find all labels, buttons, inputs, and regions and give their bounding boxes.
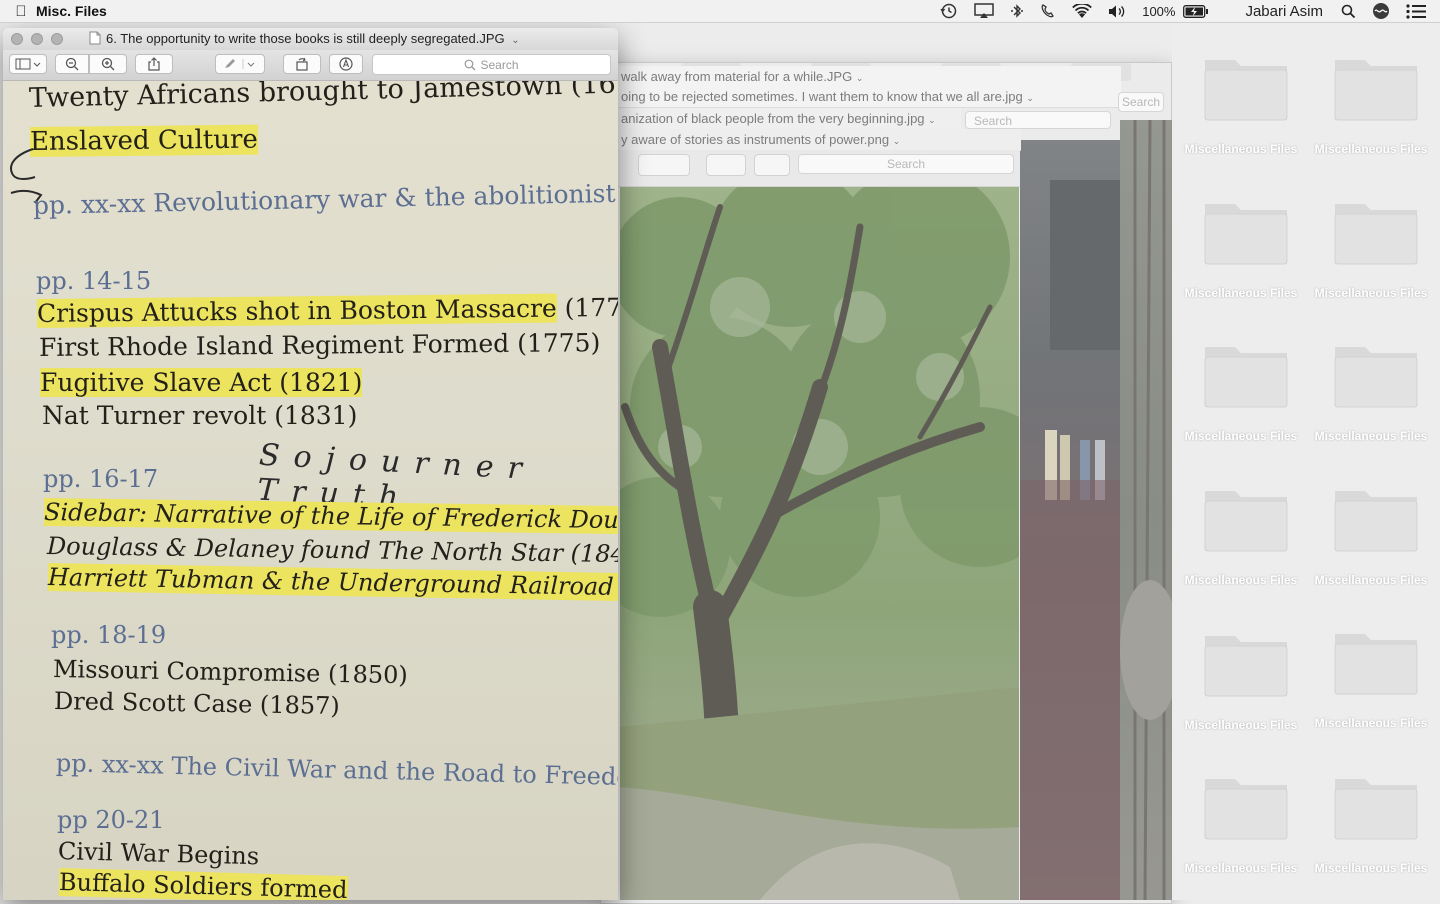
phone-icon[interactable] [1032, 0, 1064, 22]
doc-line: Missouri Compromise (1850) [52, 655, 409, 690]
doc-line: pp. 16-17 [43, 465, 159, 493]
doc-line: Twenty Africans brought to Jamestown (16… [28, 81, 618, 114]
share-icon [148, 57, 160, 71]
doc-line: pp. xx-xx Revolutionary war & the abolit… [32, 178, 618, 220]
annotate-button[interactable] [329, 54, 363, 74]
background-window-title-1[interactable]: walk away from material for a while.JPG … [618, 66, 1121, 88]
siri-icon[interactable] [1364, 0, 1398, 22]
desktop-folder[interactable]: Miscellaneous Files [1306, 319, 1436, 459]
window-toolbar: Search [3, 50, 618, 81]
wifi-icon[interactable] [1064, 0, 1100, 22]
doc-line: pp. 14-15 [36, 267, 152, 295]
zoom-out-button[interactable] [55, 54, 89, 74]
app-name-menu[interactable]: Misc. Files [36, 3, 107, 19]
desktop-folder[interactable]: Miscellaneous Files [1306, 32, 1436, 172]
background-search-field-b[interactable]: Search [965, 111, 1111, 129]
search-input[interactable]: Search [372, 54, 611, 75]
preview-window: 6. The opportunity to write those books … [3, 28, 618, 900]
airplay-icon[interactable] [966, 0, 1002, 22]
tree-photo [620, 187, 1019, 900]
zoom-out-icon [65, 57, 79, 71]
desktop-folder[interactable]: Miscellaneous Files [1176, 319, 1306, 459]
background-search-field-a[interactable]: Search [1118, 92, 1164, 112]
search-icon [465, 59, 476, 70]
window-titlebar[interactable]: 6. The opportunity to write those books … [3, 28, 618, 50]
doc-line: Civil War Begins [57, 837, 260, 871]
folder-icon [1334, 634, 1418, 695]
battery-percentage[interactable]: 100% [1134, 0, 1183, 22]
folder-icon [1204, 491, 1288, 552]
desktop: Miscellaneous Files Miscellaneous Files … [1172, 22, 1440, 900]
folder-icon [1204, 60, 1288, 121]
rotate-button[interactable] [283, 54, 321, 74]
desktop-folder[interactable]: Miscellaneous Files [1306, 176, 1436, 316]
bluetooth-icon[interactable] [1002, 0, 1032, 22]
background-window-title-4[interactable]: y aware of stories as instruments of pow… [618, 129, 1021, 151]
document-icon [89, 31, 101, 45]
background-window-title-3[interactable]: anization of black people from the very … [618, 108, 961, 130]
share-button[interactable] [135, 54, 173, 74]
sidebar-view-button[interactable] [9, 54, 47, 74]
desktop-folder[interactable]: Miscellaneous Files [1176, 463, 1306, 603]
doc-line: Douglass & Delaney found The North Star … [46, 532, 618, 569]
background-annotate-button[interactable] [754, 154, 790, 176]
doc-line: pp. 18-19 [51, 621, 167, 649]
folder-icon [1204, 779, 1288, 840]
notification-center-icon[interactable] [1398, 0, 1440, 22]
doc-line: First Rhode Island Regiment Formed (1775… [38, 328, 601, 362]
background-search-field-c[interactable]: Search [798, 154, 1014, 174]
doc-line: Harriett Tubman & the Underground Railro… [47, 563, 618, 602]
folder-icon [1334, 60, 1418, 121]
menu-bar:  Misc. Files 100% Jabari Asim [0, 0, 1440, 23]
desktop-folder[interactable]: Miscellaneous Files [1176, 32, 1306, 172]
sidebar-icon [15, 58, 41, 70]
close-button[interactable] [11, 33, 23, 45]
markup-button[interactable] [215, 54, 265, 74]
title-chevron-icon: ⌄ [511, 35, 520, 46]
minimize-button[interactable] [31, 33, 43, 45]
background-photo-trees [1120, 120, 1172, 900]
spotlight-search-icon[interactable] [1333, 0, 1364, 22]
background-photo-books [1020, 140, 1120, 900]
battery-icon[interactable] [1183, 0, 1217, 22]
desktop-folder[interactable]: Miscellaneous Files [1176, 608, 1306, 748]
folder-icon [1334, 779, 1418, 840]
window-title[interactable]: 6. The opportunity to write those books … [89, 28, 520, 50]
time-machine-icon[interactable] [932, 0, 966, 22]
background-markup-button[interactable] [638, 154, 690, 176]
doc-line: Buffalo Soldiers formed [58, 868, 348, 900]
folder-icon [1334, 347, 1418, 408]
doc-line: pp 20-21 [57, 806, 165, 834]
menu-extras: 100% Jabari Asim [932, 0, 1440, 22]
desktop-folder[interactable]: Miscellaneous Files [1306, 463, 1436, 603]
folder-icon [1204, 204, 1288, 265]
doc-line: Dred Scott Case (1857) [53, 687, 340, 720]
doc-line: Nat Turner revolt (1831) [42, 401, 358, 430]
background-toolbar: Search [618, 150, 1020, 187]
user-name-menu[interactable]: Jabari Asim [1217, 0, 1333, 22]
document-image: Twenty Africans brought to Jamestown (16… [3, 81, 618, 900]
pen-icon [225, 59, 255, 69]
folder-icon [1334, 491, 1418, 552]
desktop-folder[interactable]: Miscellaneous Files [1176, 751, 1306, 891]
desktop-folder[interactable]: Miscellaneous Files [1306, 606, 1436, 746]
background-rotate-button[interactable] [706, 154, 746, 176]
zoom-button[interactable] [51, 33, 63, 45]
volume-icon[interactable] [1100, 0, 1134, 22]
doc-line: Fugitive Slave Act (1821) [40, 368, 363, 397]
folder-icon [1204, 347, 1288, 408]
doc-line: Crispus Attucks shot in Boston Massacre … [36, 292, 618, 328]
folder-icon [1204, 636, 1288, 697]
folder-icon [1334, 204, 1418, 265]
desktop-folder[interactable]: Miscellaneous Files [1176, 176, 1306, 316]
apple-menu-icon[interactable]:  [6, 3, 36, 20]
zoom-in-button[interactable] [89, 54, 127, 74]
zoom-in-icon [101, 57, 115, 71]
doc-line: pp. xx-xx The Civil War and the Road to … [55, 749, 618, 792]
desktop-folder[interactable]: Miscellaneous Files [1306, 751, 1436, 891]
rotate-icon [296, 57, 308, 71]
background-window-title-2[interactable]: oing to be rejected sometimes. I want th… [618, 86, 1121, 108]
markup-toolbar-icon [339, 57, 353, 71]
